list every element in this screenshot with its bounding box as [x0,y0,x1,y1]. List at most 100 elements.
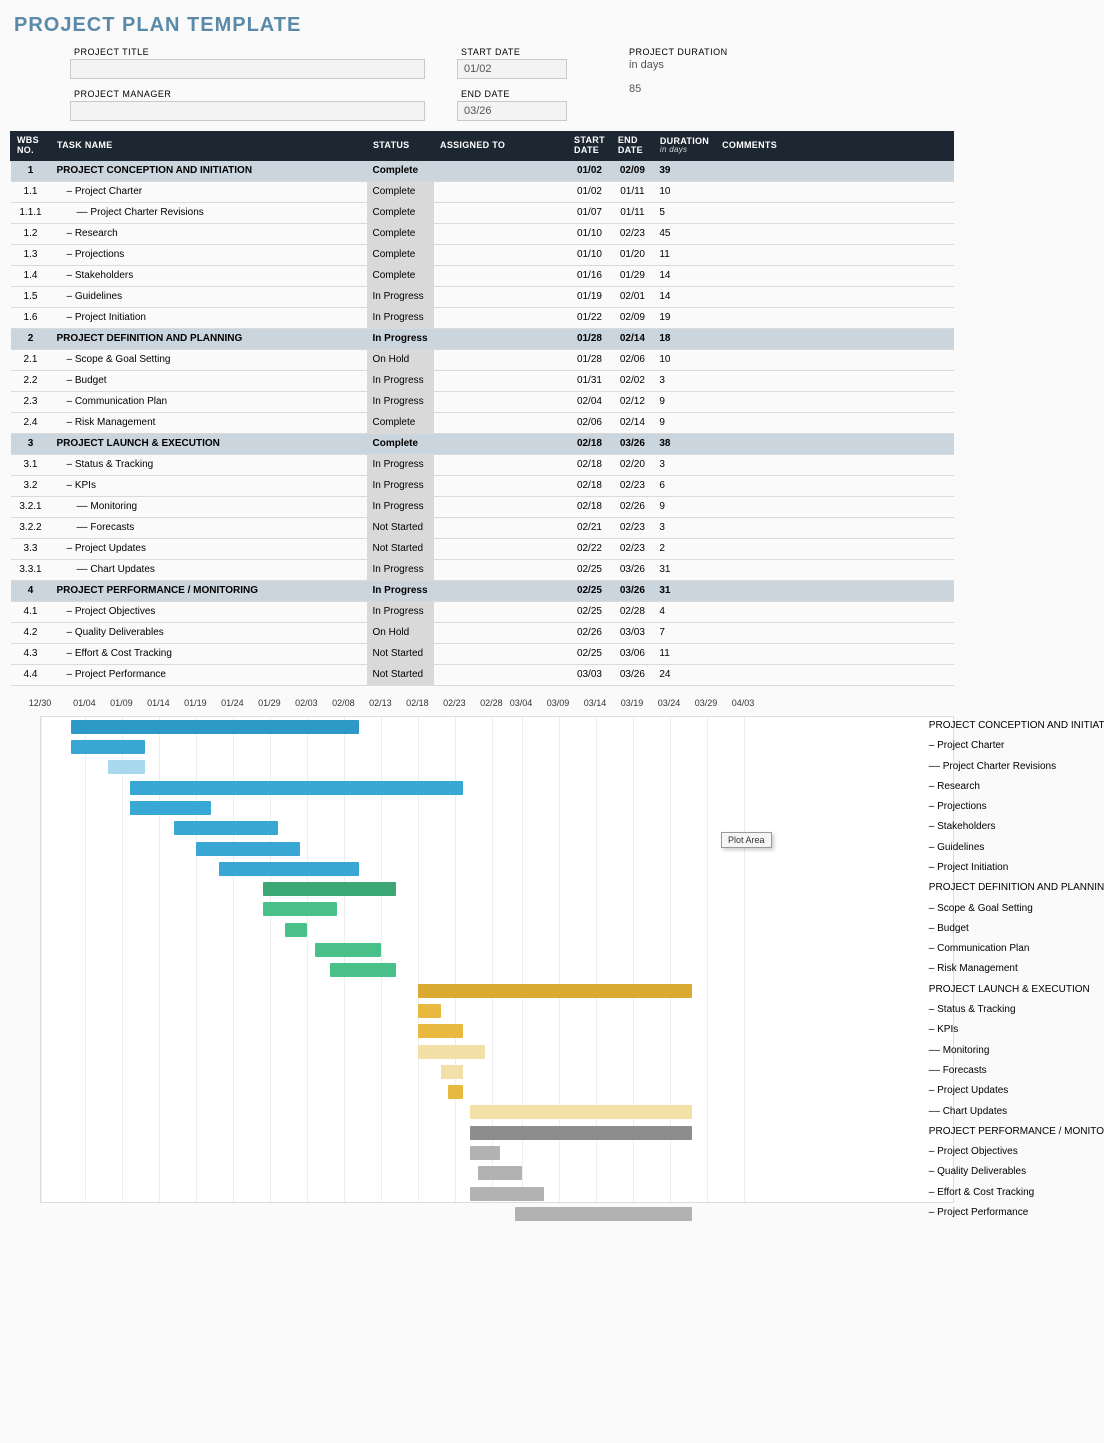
cell-assigned[interactable] [434,370,568,391]
project-title-input[interactable] [70,59,425,79]
cell-end[interactable]: 01/11 [611,202,653,223]
cell-comments[interactable] [716,643,954,664]
cell-comments[interactable] [716,286,954,307]
cell-start[interactable]: 01/10 [568,244,612,265]
cell-assigned[interactable] [434,391,568,412]
cell-comments[interactable] [716,517,954,538]
gantt-bar[interactable] [71,740,145,754]
cell-start[interactable]: 03/03 [568,664,612,685]
gantt-bar[interactable] [315,943,382,957]
cell-comments[interactable] [716,538,954,559]
cell-end[interactable]: 02/06 [611,349,653,370]
cell-start[interactable]: 02/18 [568,496,612,517]
gantt-bar[interactable] [470,1126,692,1140]
cell-assigned[interactable] [434,160,568,181]
cell-comments[interactable] [716,433,954,454]
cell-comments[interactable] [716,223,954,244]
cell-start[interactable]: 02/18 [568,475,612,496]
cell-start[interactable]: 01/31 [568,370,612,391]
cell-start[interactable]: 01/28 [568,328,612,349]
cell-start[interactable]: 02/25 [568,601,612,622]
cell-comments[interactable] [716,328,954,349]
cell-start[interactable]: 02/18 [568,433,612,454]
cell-assigned[interactable] [434,643,568,664]
gantt-bar[interactable] [263,902,337,916]
cell-assigned[interactable] [434,538,568,559]
gantt-bar[interactable] [441,1065,463,1079]
cell-status[interactable]: In Progress [367,496,434,517]
cell-end[interactable]: 02/26 [611,496,653,517]
cell-end[interactable]: 02/23 [611,538,653,559]
cell-end[interactable]: 03/03 [611,622,653,643]
gantt-bar[interactable] [71,720,360,734]
cell-comments[interactable] [716,580,954,601]
cell-assigned[interactable] [434,475,568,496]
gantt-bar[interactable] [130,781,463,795]
cell-status[interactable]: Not Started [367,664,434,685]
cell-start[interactable]: 02/25 [568,559,612,580]
gantt-bar[interactable] [108,760,145,774]
cell-assigned[interactable] [434,454,568,475]
gantt-bar[interactable] [418,1024,462,1038]
cell-status[interactable]: Not Started [367,517,434,538]
cell-assigned[interactable] [434,412,568,433]
cell-comments[interactable] [716,265,954,286]
start-date-input[interactable] [457,59,567,79]
gantt-bar[interactable] [130,801,211,815]
cell-start[interactable]: 02/04 [568,391,612,412]
cell-end[interactable]: 03/26 [611,664,653,685]
cell-end[interactable]: 02/09 [611,160,653,181]
cell-status[interactable]: Complete [367,412,434,433]
gantt-bar[interactable] [285,923,307,937]
cell-status[interactable]: In Progress [367,286,434,307]
cell-start[interactable]: 01/10 [568,223,612,244]
cell-assigned[interactable] [434,265,568,286]
cell-start[interactable]: 01/02 [568,181,612,202]
cell-assigned[interactable] [434,517,568,538]
cell-start[interactable]: 01/02 [568,160,612,181]
cell-comments[interactable] [716,307,954,328]
cell-status[interactable]: In Progress [367,307,434,328]
cell-assigned[interactable] [434,307,568,328]
cell-assigned[interactable] [434,433,568,454]
cell-status[interactable]: In Progress [367,559,434,580]
cell-status[interactable]: Complete [367,202,434,223]
cell-comments[interactable] [716,559,954,580]
cell-start[interactable]: 02/25 [568,643,612,664]
cell-end[interactable]: 02/28 [611,601,653,622]
cell-comments[interactable] [716,496,954,517]
gantt-bar[interactable] [418,984,692,998]
cell-status[interactable]: Complete [367,265,434,286]
cell-status[interactable]: Complete [367,244,434,265]
cell-end[interactable]: 03/26 [611,559,653,580]
cell-end[interactable]: 02/09 [611,307,653,328]
cell-end[interactable]: 03/06 [611,643,653,664]
cell-status[interactable]: In Progress [367,391,434,412]
gantt-bar[interactable] [470,1187,544,1201]
cell-comments[interactable] [716,181,954,202]
cell-end[interactable]: 02/14 [611,412,653,433]
cell-end[interactable]: 01/20 [611,244,653,265]
cell-comments[interactable] [716,454,954,475]
cell-assigned[interactable] [434,202,568,223]
cell-status[interactable]: In Progress [367,601,434,622]
cell-assigned[interactable] [434,181,568,202]
cell-status[interactable]: Complete [367,181,434,202]
cell-assigned[interactable] [434,244,568,265]
cell-end[interactable]: 02/23 [611,223,653,244]
cell-status[interactable]: Not Started [367,643,434,664]
gantt-bar[interactable] [418,1004,440,1018]
cell-assigned[interactable] [434,286,568,307]
gantt-bar[interactable] [448,1085,463,1099]
cell-comments[interactable] [716,391,954,412]
cell-start[interactable]: 02/26 [568,622,612,643]
cell-start[interactable]: 02/06 [568,412,612,433]
gantt-plot-area[interactable]: Plot Area [40,716,954,1203]
cell-end[interactable]: 02/20 [611,454,653,475]
project-manager-input[interactable] [70,101,425,121]
gantt-bar[interactable] [470,1146,500,1160]
cell-comments[interactable] [716,664,954,685]
cell-end[interactable]: 02/01 [611,286,653,307]
cell-comments[interactable] [716,349,954,370]
cell-end[interactable]: 02/02 [611,370,653,391]
